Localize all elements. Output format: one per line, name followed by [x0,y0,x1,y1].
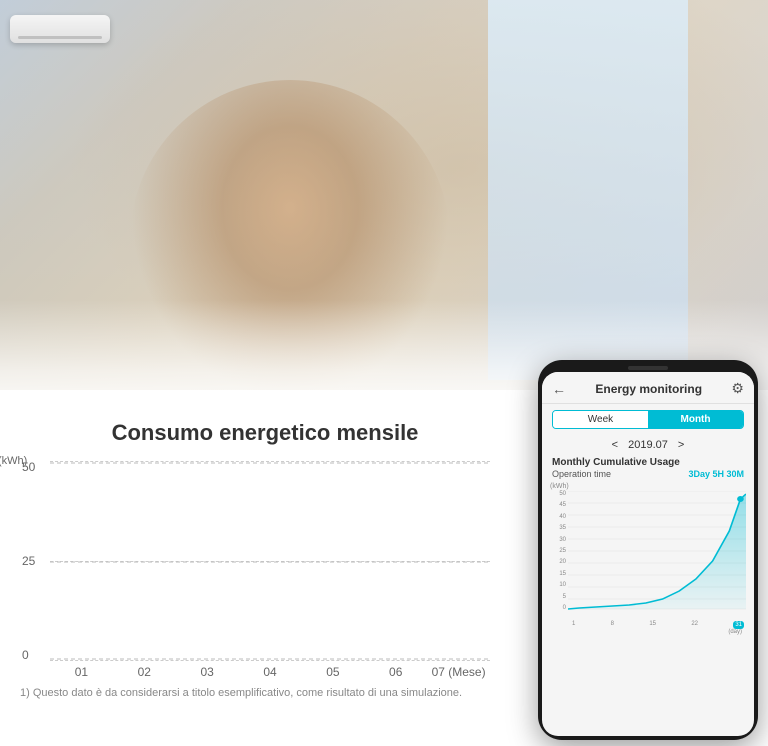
chart-container: (kWh) 50 25 0 [50,461,490,661]
phone-y-40: 40 [559,514,566,520]
x-label-06: 06 [364,665,427,679]
tab-month[interactable]: Month [648,411,743,428]
monthly-usage-title: Monthly Cumulative Usage [542,455,754,468]
ac-unit [10,15,110,43]
x-label-07: 07 (Mese) [427,665,490,679]
phone-x-1: 1 [572,621,575,629]
y-label-25: 25 [22,555,35,567]
month-nav: < 2019.07 > [542,439,754,451]
phone-y-10: 10 [559,582,566,588]
phone-y-35: 35 [559,525,566,531]
x-label-01: 01 [50,665,113,679]
chart-title: Consumo energetico mensile [50,420,480,446]
x-label-03: 03 [176,665,239,679]
current-month: 2019.07 [628,439,668,451]
operation-time-label: Operation time [552,469,611,479]
phone-x-22: 22 [691,621,698,629]
phone-y-45: 45 [559,502,566,508]
phone-app-title: Energy monitoring [595,382,702,396]
phone-chart-y-unit: (kWh) [550,483,746,490]
phone-x-8: 8 [611,621,614,629]
y-label-50: 50 [22,461,35,473]
operation-time-row: Operation time 3Day 5H 30M [542,468,754,481]
phone-speaker [628,366,668,370]
phone-y-15: 15 [559,571,566,577]
phone-y-5: 5 [563,594,566,600]
phone-x-axis: 1 8 15 22 31 [570,621,746,629]
phone-y-30: 30 [559,537,566,543]
phone-tabs: Week Month [552,410,744,429]
next-month-button[interactable]: > [678,439,684,451]
x-label-04: 04 [239,665,302,679]
y-label-0: 0 [22,649,35,661]
x-label-05: 05 [301,665,364,679]
operation-time-value: 3Day 5H 30M [688,469,744,479]
phone-x-31: 31 [733,621,744,629]
phone-chart-svg [568,491,746,611]
settings-icon[interactable]: ⚙ [731,380,744,397]
phone-x-15: 15 [649,621,656,629]
phone-header: ← Energy monitoring ⚙ [542,372,754,404]
chart-svg [50,461,490,661]
phone-y-axis: 50 45 40 35 30 25 20 15 10 5 0 [550,491,568,611]
phone-y-50: 50 [559,491,566,497]
x-axis-labels: 01 02 03 04 05 06 07 (Mese) [50,665,490,679]
y-axis-labels: 50 25 0 [22,461,35,661]
phone-chart-area: (kWh) 50 45 40 35 30 25 20 15 10 5 0 [542,481,754,736]
chart-footnote: 1) Questo dato è da considerarsi a titol… [20,687,480,699]
phone-mockup: ← Energy monitoring ⚙ Week Month < 2019.… [538,360,758,740]
back-arrow-icon[interactable]: ← [552,381,566,397]
phone-y-25: 25 [559,548,566,554]
phone-y-20: 20 [559,559,566,565]
phone-chart-container: 50 45 40 35 30 25 20 15 10 5 0 [550,491,746,621]
x-label-02: 02 [113,665,176,679]
phone-day-label: (day) [550,629,746,635]
chart-area: Consumo energetico mensile (kWh) 50 25 0… [0,400,500,710]
phone-screen: ← Energy monitoring ⚙ Week Month < 2019.… [542,372,754,736]
phone-svg-wrap [568,491,746,611]
phone-y-0: 0 [563,605,566,611]
prev-month-button[interactable]: < [612,439,618,451]
tab-week[interactable]: Week [553,411,648,428]
